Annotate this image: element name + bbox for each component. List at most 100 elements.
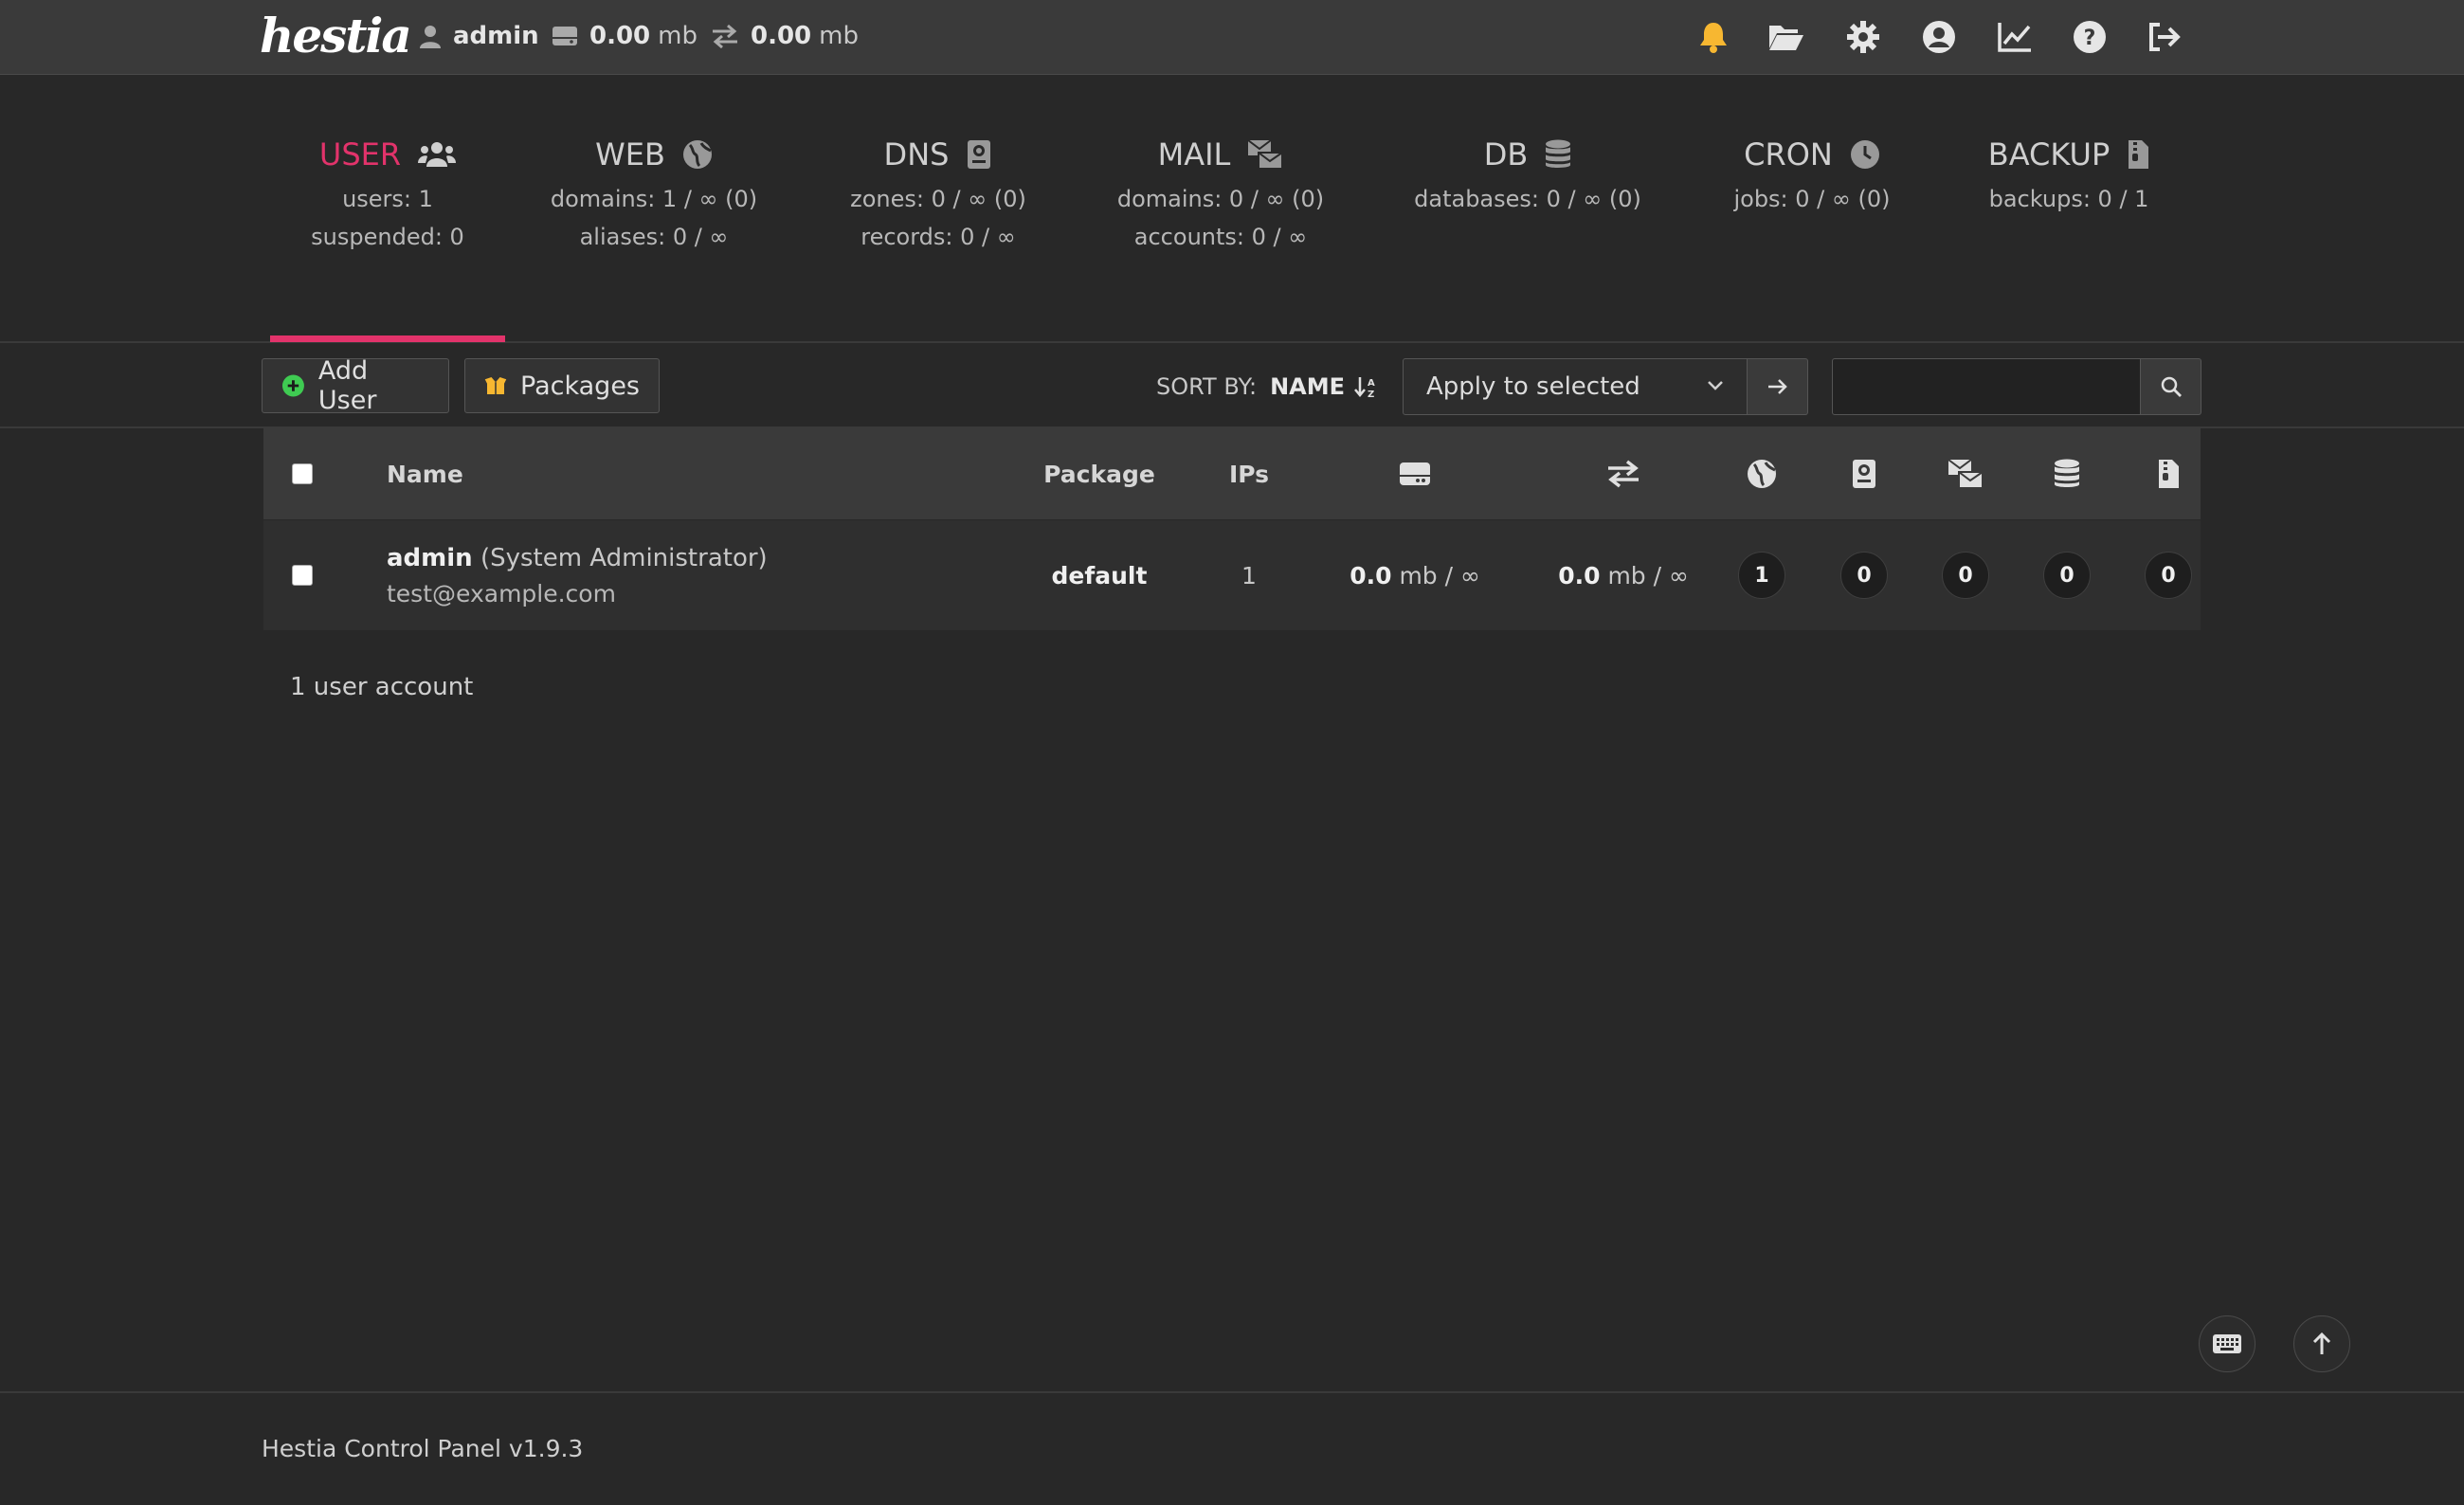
- help-button[interactable]: ?: [2068, 15, 2111, 59]
- tab-mail[interactable]: MAIL domains: 0 / ∞ (0) accounts: 0 / ∞: [1109, 133, 1332, 250]
- svg-text:Z: Z: [1368, 390, 1374, 398]
- file-manager-button[interactable]: [1765, 15, 1808, 59]
- apply-bulk-button[interactable]: [1748, 358, 1808, 415]
- database-icon: [1546, 139, 1571, 168]
- backup-count-cell: 0: [2126, 520, 2211, 630]
- bandwidth-value: 0.0: [1558, 561, 1601, 589]
- tab-cron-line1: jobs: 0 / ∞ (0): [1733, 186, 1891, 212]
- web-count-cell: 1: [1719, 520, 1804, 630]
- header-name: Name: [387, 460, 463, 488]
- header-bandwidth: [1552, 428, 1694, 519]
- tab-dns[interactable]: DNS zones: 0 / ∞ (0) records: 0 / ∞: [834, 133, 1042, 250]
- address-book-icon: [968, 140, 991, 169]
- row-checkbox[interactable]: [292, 565, 313, 586]
- packages-button[interactable]: Packages: [464, 358, 660, 413]
- user-account-count: 1 user account: [290, 673, 474, 701]
- tab-user[interactable]: USER users: 1 suspended: 0: [293, 133, 482, 250]
- username-link[interactable]: admin: [387, 544, 473, 572]
- top-bar: hestia admin 0.00 mb 0.00 mb ?: [0, 0, 2464, 75]
- scroll-to-top-button[interactable]: [2293, 1315, 2350, 1372]
- add-user-label: Add User: [317, 356, 377, 415]
- db-count-badge: 0: [2043, 552, 2091, 599]
- mail-count-badge: 0: [1942, 552, 1989, 599]
- packages-label: Packages: [520, 371, 640, 401]
- sort-alpha-down-icon: AZ: [1354, 377, 1375, 398]
- keyboard-shortcuts-button[interactable]: [2199, 1315, 2256, 1372]
- disk-usage-cell: 0.0 mb / ∞: [1315, 520, 1514, 630]
- user-fullname: (System Administrator): [480, 543, 768, 572]
- table-row[interactable]: admin (System Administrator) test@exampl…: [263, 520, 2201, 630]
- tab-user-line2: suspended: 0: [311, 224, 464, 250]
- header-disk: [1344, 428, 1486, 519]
- disk-unit: mb / ∞: [1399, 561, 1480, 589]
- tab-mail-line2: accounts: 0 / ∞: [1133, 224, 1308, 250]
- user-email: test@example.com: [387, 579, 616, 607]
- address-book-icon: [1853, 460, 1875, 488]
- user-circle-icon: [1923, 21, 1955, 53]
- active-tab-indicator: [270, 335, 505, 342]
- header-backup: [2126, 428, 2211, 519]
- tab-backup-label: BACKUP: [1987, 136, 2111, 172]
- search-button[interactable]: [2141, 358, 2201, 415]
- disk-value: 0.0: [1350, 561, 1392, 589]
- db-count-cell: 0: [2024, 520, 2110, 630]
- sort-field: NAME: [1270, 373, 1345, 400]
- user-account-button[interactable]: [1917, 15, 1961, 59]
- tab-user-label: USER: [318, 136, 402, 172]
- user-name-cell: admin (System Administrator) test@exampl…: [387, 520, 768, 630]
- dns-count-cell: 0: [1821, 520, 1907, 630]
- header-dns: [1821, 428, 1907, 519]
- tab-mail-label: MAIL: [1157, 136, 1231, 172]
- tab-web-line2: aliases: 0 / ∞: [579, 224, 729, 250]
- tab-db-label: DB: [1483, 136, 1529, 172]
- tab-cron[interactable]: CRON jobs: 0 / ∞ (0): [1725, 133, 1899, 212]
- transfer-icon: [1608, 460, 1639, 488]
- tab-cron-label: CRON: [1744, 136, 1833, 172]
- keyboard-icon: [2213, 1334, 2241, 1353]
- search-input[interactable]: [1832, 358, 2141, 415]
- logout-icon: [2149, 23, 2181, 51]
- select-all-cell: [292, 428, 313, 519]
- chevron-down-icon: [1708, 381, 1723, 390]
- mail-bulk-icon: [1948, 459, 1984, 489]
- header-db: [2024, 428, 2110, 519]
- clock-icon: [1850, 140, 1879, 169]
- arrow-right-icon: [1767, 379, 1787, 394]
- users-icon: [418, 142, 457, 167]
- tab-db[interactable]: DB databases: 0 / ∞ (0): [1412, 133, 1643, 212]
- tab-user-line1: users: 1: [342, 186, 433, 212]
- header-package: Package: [1043, 460, 1155, 488]
- plus-circle-icon: [281, 374, 304, 397]
- svg-text:?: ?: [2084, 27, 2096, 50]
- globe-icon: [1748, 460, 1776, 488]
- tab-db-line1: databases: 0 / ∞ (0): [1414, 186, 1641, 212]
- bulk-action-value: Apply to selected: [1426, 372, 1640, 401]
- ips-count: 1: [1241, 561, 1257, 589]
- add-user-button[interactable]: Add User: [262, 356, 449, 415]
- header-web: [1719, 428, 1804, 519]
- tab-dns-label: DNS: [883, 136, 950, 172]
- bandwidth-unit: mb / ∞: [1607, 561, 1689, 589]
- server-settings-button[interactable]: [1841, 15, 1885, 59]
- tab-backup[interactable]: BACKUP backups: 0 / 1: [1983, 133, 2155, 212]
- bulk-action-select[interactable]: Apply to selected: [1403, 358, 1748, 415]
- backup-count-badge: 0: [2145, 552, 2192, 599]
- select-all-checkbox[interactable]: [292, 463, 313, 484]
- tab-dns-line2: records: 0 / ∞: [861, 224, 1016, 250]
- sort-by-button[interactable]: SORT BY: NAME AZ: [1156, 368, 1379, 406]
- chart-line-icon: [1998, 23, 2031, 52]
- mail-bulk-icon: [1247, 139, 1284, 170]
- package-name: default: [1051, 561, 1148, 589]
- row-select-cell: [292, 520, 313, 630]
- notifications-button[interactable]: [1692, 15, 1735, 59]
- footer: Hestia Control Panel v1.9.3: [0, 1391, 2464, 1505]
- package-cell: default: [1033, 520, 1166, 630]
- web-count-badge: 1: [1738, 552, 1785, 599]
- statistics-button[interactable]: [1993, 15, 2037, 59]
- tab-web[interactable]: WEB domains: 1 / ∞ (0) aliases: 0 / ∞: [550, 133, 758, 250]
- logout-button[interactable]: [2143, 15, 2186, 59]
- file-zipper-icon: [2129, 140, 2149, 169]
- tab-dns-line1: zones: 0 / ∞ (0): [850, 186, 1026, 212]
- dns-count-badge: 0: [1840, 552, 1888, 599]
- file-zipper-icon: [2159, 460, 2179, 488]
